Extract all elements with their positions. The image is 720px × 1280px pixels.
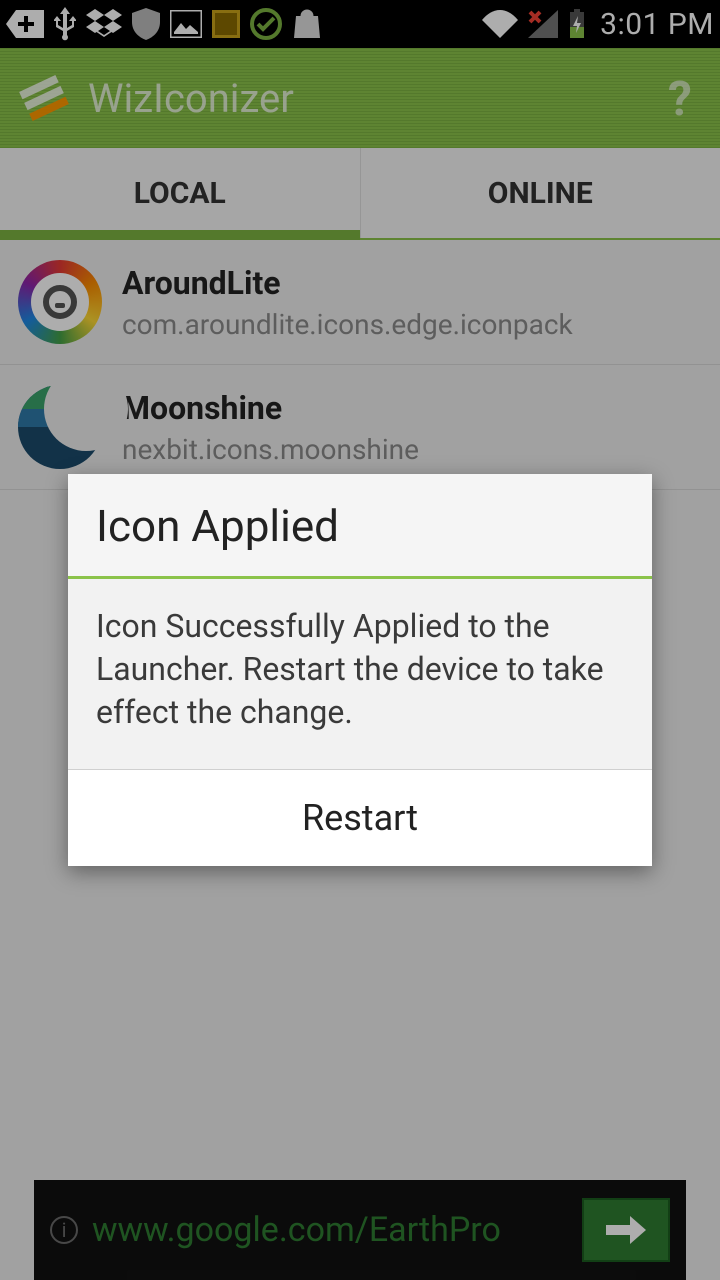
dialog-icon-applied: Icon Applied Icon Successfully Applied t… (68, 474, 652, 866)
dialog-actions: Restart (68, 769, 652, 866)
button-label: Restart (302, 797, 418, 839)
dialog-title: Icon Applied (68, 474, 652, 576)
restart-button[interactable]: Restart (68, 770, 652, 866)
dialog-body: Icon Successfully Applied to the Launche… (68, 579, 652, 769)
screen: 3:01 PM WizIconizer ? LOCAL ONLINE (0, 0, 720, 1280)
